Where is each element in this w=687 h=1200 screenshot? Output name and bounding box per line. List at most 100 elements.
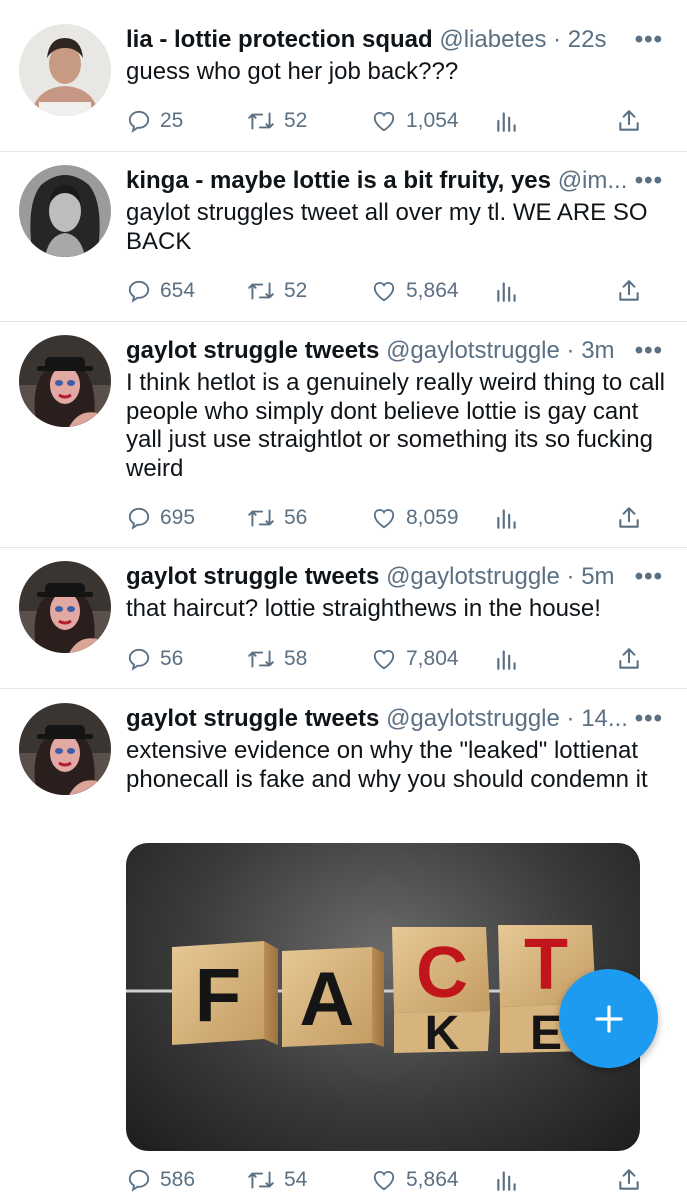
- bar-chart-icon: [497, 650, 516, 670]
- retweet-button[interactable]: 52: [246, 274, 307, 308]
- cube-letter: K: [425, 1007, 460, 1060]
- retweet-count: 52: [284, 109, 308, 132]
- tweet-text: guess who got her job back???: [126, 58, 459, 85]
- avatar[interactable]: [19, 165, 111, 257]
- ellipsis-icon[interactable]: •••: [635, 703, 663, 735]
- letter-cube: F: [172, 941, 278, 1045]
- tweet[interactable]: kinga - maybe lottie is a bit fruity, ye…: [0, 152, 687, 322]
- share-button[interactable]: [616, 274, 642, 308]
- compose-tweet-button[interactable]: [559, 969, 658, 1068]
- speech-bubble-icon: [128, 280, 150, 303]
- letter-cube: A: [282, 947, 384, 1047]
- cube-letter: C: [416, 933, 468, 1013]
- share-button[interactable]: [616, 104, 642, 138]
- tweet-header: gaylot struggle tweets @gaylotstruggle ·…: [126, 561, 665, 593]
- tweet[interactable]: gaylot struggle tweets @gaylotstruggle ·…: [0, 548, 687, 689]
- like-button[interactable]: 5,864: [370, 274, 459, 308]
- retweet-button[interactable]: 52: [246, 104, 307, 138]
- action-bar: 654 52 5,864: [126, 274, 657, 308]
- display-name[interactable]: gaylot struggle tweets: [126, 337, 379, 364]
- reply-count: 654: [160, 279, 196, 302]
- retweet-icon: [248, 282, 274, 300]
- avatar[interactable]: [19, 24, 111, 116]
- share-button[interactable]: [616, 1163, 642, 1197]
- reply-button[interactable]: 654: [126, 274, 195, 308]
- like-count: 5,864: [406, 279, 459, 302]
- bar-chart-icon: [497, 1171, 516, 1191]
- reply-count: 25: [160, 109, 184, 132]
- cube-letter: T: [524, 925, 568, 1005]
- timestamp[interactable]: 3m: [581, 337, 614, 364]
- ellipsis-icon[interactable]: •••: [635, 24, 663, 56]
- tweet-text: extensive evidence on why the "leaked" l…: [126, 737, 648, 793]
- share-button[interactable]: [616, 501, 642, 535]
- reply-button[interactable]: 586: [126, 1163, 195, 1197]
- retweet-button[interactable]: 56: [246, 501, 307, 535]
- tweet-text: that haircut? lottie straighthews in the…: [126, 595, 601, 622]
- display-name[interactable]: kinga - maybe lottie is a bit fruity, ye…: [126, 167, 551, 194]
- like-button[interactable]: 8,059: [370, 501, 459, 535]
- reply-button[interactable]: 695: [126, 501, 195, 535]
- retweet-count: 52: [284, 279, 308, 302]
- analytics-button[interactable]: [494, 104, 520, 138]
- display-name[interactable]: gaylot struggle tweets: [126, 705, 379, 732]
- analytics-button[interactable]: [494, 274, 520, 308]
- retweet-button[interactable]: 58: [246, 642, 307, 676]
- plus-icon: [594, 1004, 623, 1033]
- retweet-count: 54: [284, 1168, 308, 1191]
- action-bar: 56 58 7,804: [126, 642, 657, 676]
- reply-count: 586: [160, 1168, 196, 1191]
- retweet-icon: [248, 650, 274, 668]
- heart-icon: [373, 111, 395, 132]
- analytics-button[interactable]: [494, 1163, 520, 1197]
- tweet[interactable]: gaylot struggle tweets @gaylotstruggle ·…: [0, 689, 687, 1200]
- handle[interactable]: @gaylotstruggle: [386, 337, 560, 364]
- bar-chart-icon: [497, 112, 516, 132]
- share-button[interactable]: [616, 642, 642, 676]
- heart-icon: [373, 1170, 395, 1191]
- timestamp[interactable]: 5m: [581, 563, 614, 590]
- speech-bubble-icon: [128, 648, 150, 671]
- avatar[interactable]: [19, 703, 111, 795]
- analytics-button[interactable]: [494, 501, 520, 535]
- retweet-count: 56: [284, 506, 308, 529]
- dot-separator: ·: [553, 26, 562, 53]
- reply-button[interactable]: 56: [126, 642, 183, 676]
- tweet-header: gaylot struggle tweets @gaylotstruggle ·…: [126, 703, 665, 735]
- dot-separator: ·: [566, 563, 575, 590]
- handle[interactable]: @gaylotstruggle: [386, 563, 560, 590]
- dot-separator: ·: [566, 337, 575, 364]
- speech-bubble-icon: [128, 507, 150, 530]
- avatar[interactable]: [19, 561, 111, 653]
- share-icon: [619, 280, 639, 301]
- like-button[interactable]: 7,804: [370, 642, 459, 676]
- like-count: 7,804: [406, 647, 459, 670]
- action-bar: 586 54 5,864: [126, 1163, 657, 1197]
- handle[interactable]: @gaylotstruggle: [386, 705, 560, 732]
- timestamp[interactable]: 14...: [581, 705, 628, 732]
- analytics-button[interactable]: [494, 642, 520, 676]
- ellipsis-icon[interactable]: •••: [635, 165, 663, 197]
- like-count: 5,864: [406, 1168, 459, 1191]
- handle[interactable]: @liabetes: [439, 26, 546, 53]
- like-button[interactable]: 5,864: [370, 1163, 459, 1197]
- bar-chart-icon: [497, 282, 516, 302]
- retweet-count: 58: [284, 647, 308, 670]
- reply-button[interactable]: 25: [126, 104, 183, 138]
- ellipsis-icon[interactable]: •••: [635, 561, 663, 593]
- avatar[interactable]: [19, 335, 111, 427]
- timestamp[interactable]: 22s: [568, 26, 607, 53]
- tweet[interactable]: gaylot struggle tweets @gaylotstruggle ·…: [0, 322, 687, 548]
- share-icon: [619, 1169, 639, 1190]
- heart-icon: [373, 281, 395, 302]
- like-button[interactable]: 1,054: [370, 104, 459, 138]
- like-count: 1,054: [406, 109, 459, 132]
- display-name[interactable]: lia - lottie protection squad: [126, 26, 433, 53]
- ellipsis-icon[interactable]: •••: [635, 335, 663, 367]
- handle[interactable]: @im...: [558, 167, 628, 194]
- heart-icon: [373, 508, 395, 529]
- display-name[interactable]: gaylot struggle tweets: [126, 563, 379, 590]
- tweet[interactable]: lia - lottie protection squad @liabetes …: [0, 0, 687, 152]
- retweet-button[interactable]: 54: [246, 1163, 307, 1197]
- reply-count: 695: [160, 506, 196, 529]
